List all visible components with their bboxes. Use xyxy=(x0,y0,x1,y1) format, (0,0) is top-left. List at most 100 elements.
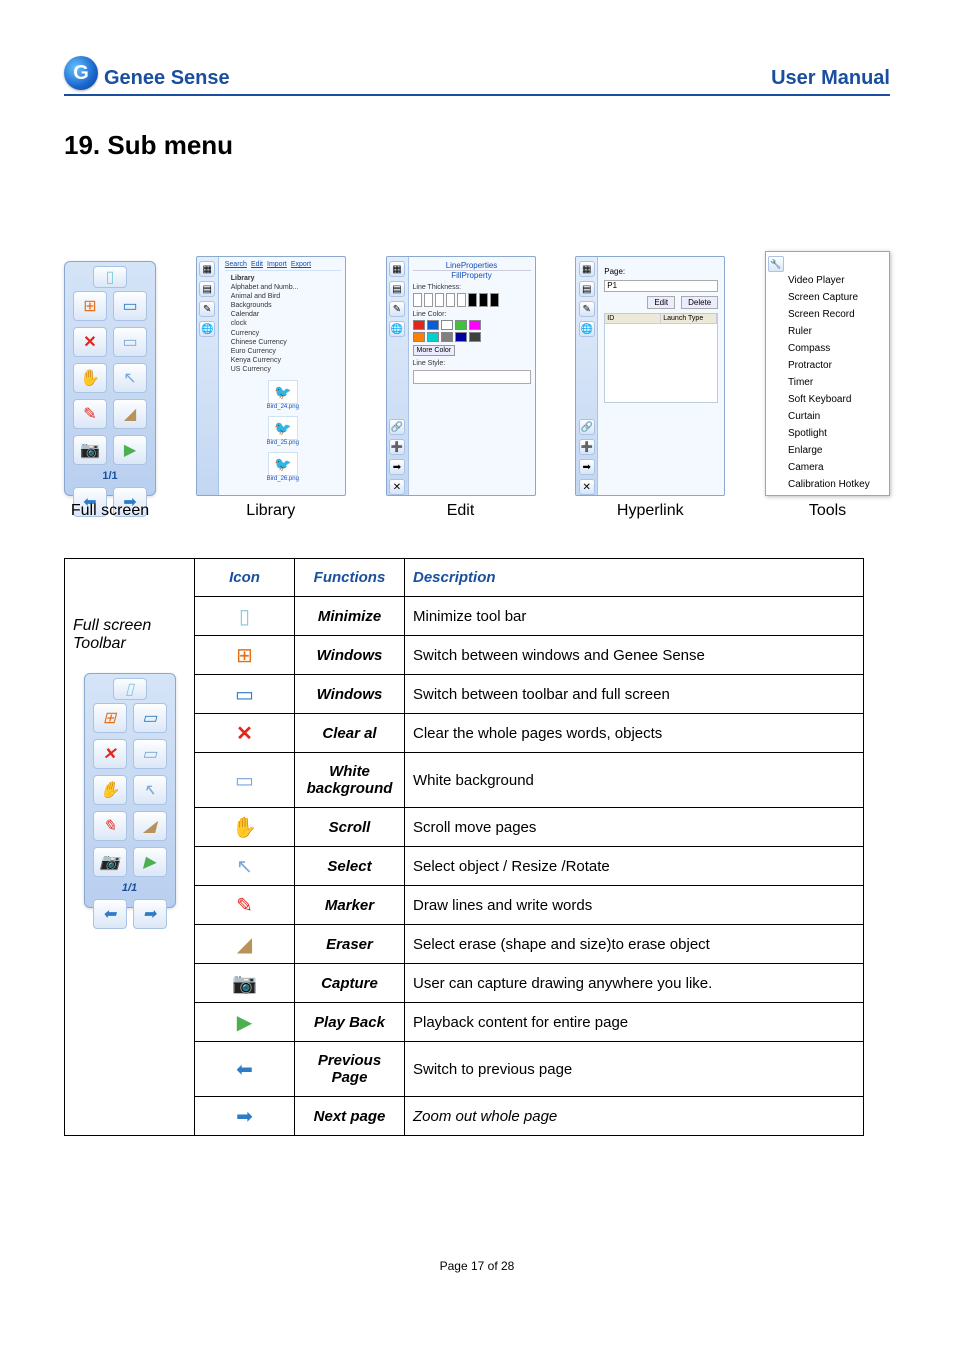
tools-menu-item[interactable]: Enlarge xyxy=(766,442,889,459)
tab-line-properties[interactable]: LineProperties xyxy=(413,261,531,270)
color-grid[interactable] xyxy=(413,320,531,342)
win-icon: ⊞ xyxy=(228,640,262,670)
hyp-side-icon[interactable]: ➕ xyxy=(579,439,595,455)
color-swatch[interactable] xyxy=(427,320,439,330)
edit-button[interactable]: Edit xyxy=(647,296,675,309)
hyp-side-icon[interactable]: ▤ xyxy=(579,281,595,297)
color-swatch[interactable] xyxy=(427,332,439,342)
function-description: Draw lines and write words xyxy=(405,886,864,925)
page-input[interactable]: P1 xyxy=(604,280,718,292)
color-swatch[interactable] xyxy=(413,320,425,330)
lib-side-icon[interactable]: ▤ xyxy=(199,281,215,297)
function-name: Clear al xyxy=(295,714,405,753)
eraser-icon[interactable]: ◢ xyxy=(113,399,147,429)
tools-menu-item[interactable]: Soft Keyboard xyxy=(766,391,889,408)
hyp-side-icon[interactable]: ➡ xyxy=(579,459,595,475)
edit-side-icon[interactable]: 🌐 xyxy=(389,321,405,337)
play-icon-cell: ▶ xyxy=(195,1003,295,1042)
clear-icon[interactable]: ✕ xyxy=(93,739,127,769)
windows-icon[interactable]: ⊞ xyxy=(93,703,127,733)
hyp-side-icon[interactable]: ✎ xyxy=(579,301,595,317)
caption-full-screen: Full screen xyxy=(71,502,149,520)
edit-side-icon[interactable]: ➡ xyxy=(389,459,405,475)
figure-full-screen: ▯ ⊞ ▭ ✕ ▭ ✋ ↖ ✎ ◢ 📷 xyxy=(64,261,156,520)
caption-hyperlink: Hyperlink xyxy=(617,502,684,520)
windows-icon[interactable]: ⊞ xyxy=(73,291,107,321)
minimize-icon[interactable]: ▯ xyxy=(113,678,147,700)
tools-menu-item[interactable]: Screen Record xyxy=(766,306,889,323)
marker-icon[interactable]: ✎ xyxy=(93,811,127,841)
tools-menu-item[interactable]: Compass xyxy=(766,340,889,357)
tools-menu-item[interactable]: Calibration Hotkey xyxy=(766,476,889,493)
scroll-icon[interactable]: ✋ xyxy=(93,775,127,805)
table-side-label: Full screen Toolbar ▯ ⊞ ▭ ✕ ▭ ✋ ↖ ✎ ◢ xyxy=(64,558,194,1136)
prev-icon-cell: ⬅ xyxy=(195,1042,295,1097)
color-swatch[interactable] xyxy=(441,320,453,330)
tools-menu-item[interactable]: Screen Capture xyxy=(766,289,889,306)
page-indicator: 1/1 xyxy=(102,470,117,482)
tools-menu-item[interactable]: Ruler xyxy=(766,323,889,340)
hyp-side-icon[interactable]: 🌐 xyxy=(579,321,595,337)
library-thumb[interactable]: 🐦 xyxy=(268,452,298,476)
tools-menu-item[interactable]: Curtain xyxy=(766,408,889,425)
tools-menu-item[interactable]: Video Player xyxy=(766,272,889,289)
hyperlink-list[interactable]: ID Launch Type xyxy=(604,313,718,403)
library-tree[interactable]: Library Alphabet and Numb... Animal and … xyxy=(225,274,341,374)
tools-menu-item[interactable]: Spotlight xyxy=(766,425,889,442)
more-color-button[interactable]: More Color xyxy=(413,345,456,356)
tab-fill-property[interactable]: FillProperty xyxy=(413,270,531,280)
table-row: ✎MarkerDraw lines and write words xyxy=(195,886,864,925)
edit-side-icon[interactable]: ▦ xyxy=(389,261,405,277)
marker-icon[interactable]: ✎ xyxy=(73,399,107,429)
white-bg-icon[interactable]: ▭ xyxy=(113,327,147,357)
function-name: Capture xyxy=(295,964,405,1003)
playback-icon[interactable]: ▶ xyxy=(133,847,167,877)
windows-toggle-icon[interactable]: ▭ xyxy=(133,703,167,733)
wh-icon-cell: ▭ xyxy=(195,753,295,808)
lib-side-icon[interactable]: ▦ xyxy=(199,261,215,277)
library-tabs[interactable]: Search Edit Import Export xyxy=(225,261,341,271)
select-icon[interactable]: ↖ xyxy=(133,775,167,805)
edit-side-icon[interactable]: 🔗 xyxy=(389,419,405,435)
line-style-select[interactable] xyxy=(413,370,531,384)
library-thumb[interactable]: 🐦 xyxy=(268,380,298,404)
hyp-side-icon[interactable]: ▦ xyxy=(579,261,595,277)
prev-page-icon[interactable]: ⬅ xyxy=(93,899,127,929)
playback-icon[interactable]: ▶ xyxy=(113,435,147,465)
hyp-side-icon[interactable]: 🔗 xyxy=(579,419,595,435)
next-page-icon[interactable]: ➡ xyxy=(133,899,167,929)
minimize-icon[interactable]: ▯ xyxy=(93,266,127,288)
select-icon[interactable]: ↖ xyxy=(113,363,147,393)
function-name: White background xyxy=(295,753,405,808)
clear-icon[interactable]: ✕ xyxy=(73,327,107,357)
hyp-side-icon[interactable]: ✕ xyxy=(579,479,595,495)
eraser-icon[interactable]: ◢ xyxy=(133,811,167,841)
edit-side-icon[interactable]: ✕ xyxy=(389,479,405,495)
tools-menu-item[interactable]: Protractor xyxy=(766,357,889,374)
color-swatch[interactable] xyxy=(455,332,467,342)
delete-button[interactable]: Delete xyxy=(681,296,718,309)
color-swatch[interactable] xyxy=(441,332,453,342)
scroll-icon[interactable]: ✋ xyxy=(73,363,107,393)
color-swatch[interactable] xyxy=(469,332,481,342)
color-swatch[interactable] xyxy=(455,320,467,330)
capture-icon[interactable]: 📷 xyxy=(93,847,127,877)
lib-side-icon[interactable]: ✎ xyxy=(199,301,215,317)
capture-icon[interactable]: 📷 xyxy=(73,435,107,465)
library-thumb[interactable]: 🐦 xyxy=(268,416,298,440)
edit-side-icon[interactable]: ▤ xyxy=(389,281,405,297)
lib-side-icon[interactable]: 🌐 xyxy=(199,321,215,337)
edit-side-icon[interactable]: ✎ xyxy=(389,301,405,317)
color-swatch[interactable] xyxy=(413,332,425,342)
windows-toggle-icon[interactable]: ▭ xyxy=(113,291,147,321)
function-description: Scroll move pages xyxy=(405,808,864,847)
color-swatch[interactable] xyxy=(469,320,481,330)
thickness-picker[interactable] xyxy=(413,293,531,307)
table-row: ➡Next pageZoom out whole page xyxy=(195,1097,864,1136)
edit-side-icon[interactable]: ➕ xyxy=(389,439,405,455)
tools-menu-item[interactable]: Camera xyxy=(766,459,889,476)
sel-icon-cell: ↖ xyxy=(195,847,295,886)
white-bg-icon[interactable]: ▭ xyxy=(133,739,167,769)
function-name: Windows xyxy=(295,675,405,714)
tools-menu-item[interactable]: Timer xyxy=(766,374,889,391)
